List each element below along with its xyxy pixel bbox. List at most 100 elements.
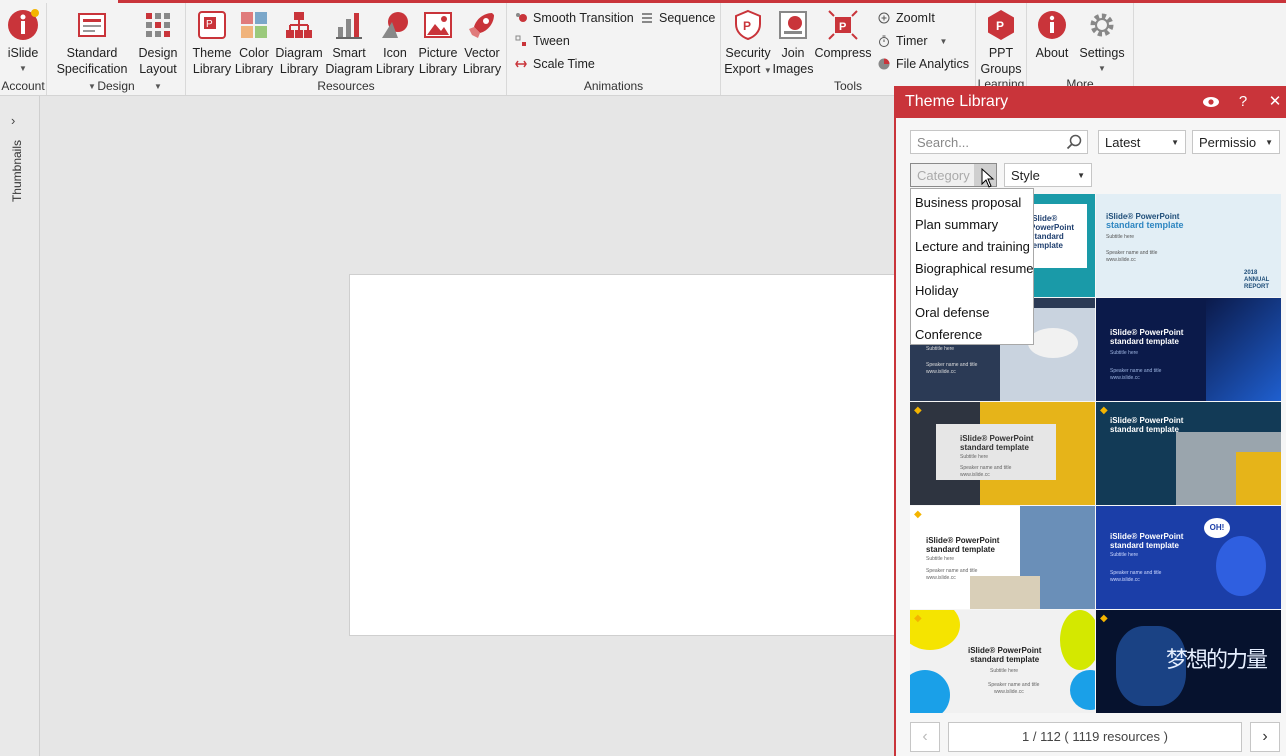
group-label-account: Account bbox=[1, 79, 45, 93]
template-thumbnail[interactable]: iSlide® PowerPoint standard template ◆ bbox=[1096, 402, 1281, 505]
piggy-bank-shape bbox=[1028, 328, 1078, 358]
category-option[interactable]: Oral defense bbox=[911, 302, 1033, 324]
sequence-icon bbox=[641, 12, 653, 24]
tile-speaker: Speaker name and title bbox=[926, 568, 978, 574]
template-thumbnail[interactable]: iSlide® PowerPoint standard template Subt… bbox=[910, 506, 1095, 609]
theme-library-icon: P bbox=[196, 9, 228, 41]
group-learning: P PPT Groups Learning bbox=[976, 3, 1027, 95]
about-label: About bbox=[1035, 46, 1069, 60]
close-icon[interactable]: ✕ bbox=[1266, 93, 1284, 111]
tile-speaker: Speaker name and title bbox=[1110, 570, 1162, 576]
prev-page-button[interactable]: ‹ bbox=[910, 722, 940, 752]
template-thumbnail[interactable]: 梦想的力量 ◆ bbox=[1096, 610, 1281, 713]
group-design: Standard Specification ▼ Design Layout ▼… bbox=[47, 3, 186, 95]
tween-button[interactable]: Tween bbox=[515, 34, 570, 48]
diamond-icon: ◆ bbox=[914, 405, 922, 416]
tile-brand: iSlide® PowerPoint bbox=[1110, 416, 1184, 425]
smart-diagram-icon bbox=[333, 9, 365, 41]
chevron-down-icon: ▼ bbox=[1098, 64, 1106, 73]
search-input[interactable]: Search... bbox=[910, 130, 1088, 154]
join-images-button[interactable]: Join Images bbox=[773, 9, 814, 77]
chevron-down-icon: ▼ bbox=[763, 66, 772, 75]
diamond-icon: ◆ bbox=[1100, 613, 1108, 624]
sort-select[interactable]: Latest ▼ bbox=[1098, 130, 1186, 154]
info-icon bbox=[1036, 9, 1068, 41]
smooth-transition-button[interactable]: Smooth Transition bbox=[515, 11, 634, 25]
slide-canvas[interactable] bbox=[349, 274, 911, 636]
category-option[interactable]: Lecture and training bbox=[911, 236, 1033, 258]
compress-button[interactable]: P Compress bbox=[814, 9, 872, 61]
group-more: About Settings ▼ More bbox=[1027, 3, 1134, 95]
chevron-down-icon: ▼ bbox=[1171, 138, 1179, 147]
icon-library-button[interactable]: Icon Library bbox=[374, 9, 416, 77]
category-option[interactable]: Plan summary bbox=[911, 214, 1033, 236]
tile-shape bbox=[1236, 452, 1281, 505]
category-option[interactable]: Business proposal bbox=[911, 192, 1033, 214]
tile-subtitle: Subtitle here bbox=[926, 346, 955, 352]
design-layout-icon bbox=[142, 9, 174, 41]
tile-title: iSlide® PowerPoint standard template bbox=[1110, 532, 1183, 550]
tile-shape bbox=[970, 576, 1040, 609]
style-select[interactable]: Style ▼ bbox=[1004, 163, 1092, 187]
tile-brand: iSlide® PowerPoint bbox=[926, 536, 1000, 545]
sequence-button[interactable]: Sequence bbox=[641, 11, 715, 25]
timer-button[interactable]: Timer ▼ bbox=[878, 34, 947, 48]
panel-header: Theme Library ? ✕ bbox=[896, 86, 1286, 118]
tile-title: iSlide® PowerPoint standard template bbox=[926, 536, 999, 554]
tile-calligraphy: 梦想的力量 bbox=[1166, 648, 1268, 673]
next-page-button[interactable]: › bbox=[1250, 722, 1280, 752]
template-thumbnail[interactable]: OH! iSlide® PowerPoint standard template … bbox=[1096, 506, 1281, 609]
islide-button[interactable]: iSlide ▼ bbox=[4, 9, 42, 77]
group-animations: Smooth Transition Sequence Tween Scale T… bbox=[507, 3, 721, 95]
help-icon[interactable]: ? bbox=[1234, 93, 1252, 111]
category-option[interactable]: Holiday bbox=[911, 280, 1033, 302]
color-library-button[interactable]: Color Library bbox=[234, 9, 274, 77]
join-images-icon bbox=[777, 9, 809, 41]
template-thumbnail[interactable]: iSlide® PowerPoint standard template Subt… bbox=[1096, 298, 1281, 401]
tile-url: www.islide.cc bbox=[1110, 375, 1140, 381]
settings-button[interactable]: Settings ▼ bbox=[1073, 9, 1131, 77]
zoom-icon bbox=[878, 12, 890, 24]
tile-url: www.islide.cc bbox=[926, 369, 956, 375]
search-icon[interactable] bbox=[1066, 134, 1082, 153]
tile-shape bbox=[936, 424, 1056, 480]
svg-text:P: P bbox=[743, 19, 751, 33]
tile-title: iSlide® PowerPoint standard template bbox=[1030, 214, 1095, 250]
zoomit-button[interactable]: ZoomIt bbox=[878, 11, 935, 25]
design-layout-label-1: Design bbox=[138, 46, 178, 60]
about-button[interactable]: About bbox=[1031, 9, 1073, 61]
security-export-button[interactable]: P Security Export ▼ bbox=[723, 9, 773, 79]
template-thumbnail[interactable]: iSlide® PowerPoint standard template Subt… bbox=[910, 610, 1095, 713]
thumbnails-label: Thumbnails bbox=[10, 140, 24, 203]
category-option[interactable]: Conference bbox=[911, 324, 1033, 346]
diagram-library-button[interactable]: Diagram Library bbox=[274, 9, 324, 77]
template-thumbnail[interactable]: iSlide® PowerPoint standard template Subt… bbox=[1096, 194, 1281, 297]
eye-icon[interactable] bbox=[1202, 93, 1220, 111]
ppt-groups-label-1: PPT bbox=[988, 46, 1014, 60]
scale-time-button[interactable]: Scale Time bbox=[515, 57, 595, 71]
join-images-label-1: Join bbox=[781, 46, 805, 60]
ppt-groups-label-2: Groups bbox=[980, 62, 1022, 76]
tile-speaker: Speaker name and title bbox=[988, 682, 1040, 688]
smart-diagram-button[interactable]: Smart Diagram bbox=[324, 9, 374, 77]
diagram-library-label-1: Diagram bbox=[275, 46, 323, 60]
tile-sub: standard template bbox=[1030, 232, 1064, 250]
tile-brand: iSlide® PowerPoint bbox=[1110, 328, 1184, 337]
tile-subtitle: Subtitle here bbox=[960, 454, 989, 460]
picture-library-button[interactable]: Picture Library bbox=[416, 9, 460, 77]
permission-select[interactable]: Permissio ▼ bbox=[1192, 130, 1280, 154]
tile-sub: standard template bbox=[1110, 425, 1179, 434]
category-option[interactable]: Biographical resume bbox=[911, 258, 1034, 280]
islide-logo-icon bbox=[7, 9, 39, 41]
picture-library-label-2: Library bbox=[418, 62, 458, 76]
ppt-groups-button[interactable]: P PPT Groups bbox=[978, 9, 1024, 77]
tile-brand: iSlide® PowerPoint bbox=[1110, 532, 1184, 541]
tile-shape bbox=[1070, 670, 1095, 710]
file-analytics-button[interactable]: File Analytics bbox=[878, 57, 969, 71]
vector-library-button[interactable]: Vector Library bbox=[460, 9, 504, 77]
theme-library-button[interactable]: P Theme Library bbox=[190, 9, 234, 77]
scale-time-icon bbox=[515, 58, 527, 70]
chevron-right-icon[interactable]: › bbox=[11, 113, 15, 128]
tile-brand: iSlide® PowerPoint bbox=[960, 434, 1034, 443]
template-thumbnail[interactable]: iSlide® PowerPoint standard template Subt… bbox=[910, 402, 1095, 505]
